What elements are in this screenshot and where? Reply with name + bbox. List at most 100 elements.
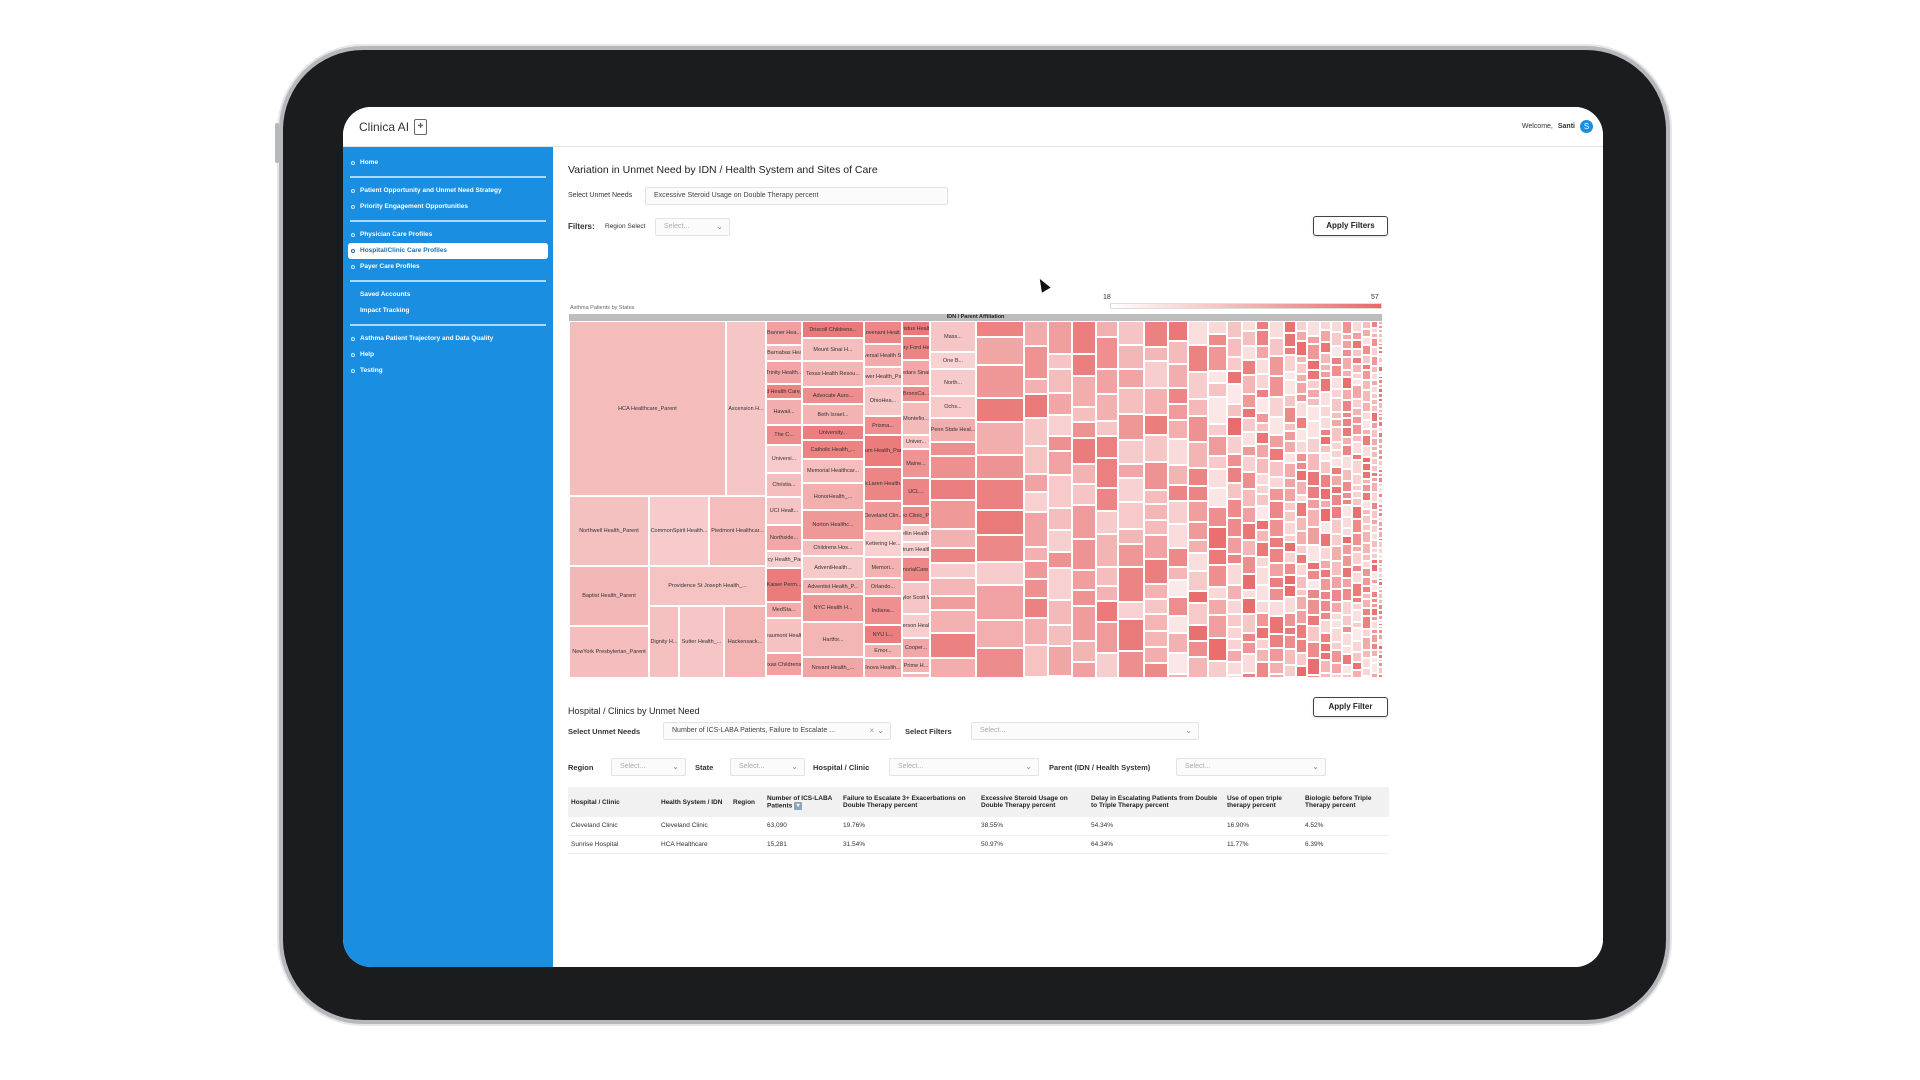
treemap-tile[interactable]	[1320, 429, 1331, 436]
treemap-tile[interactable]	[976, 455, 1024, 479]
treemap-tile[interactable]	[1168, 420, 1188, 439]
treemap-tile[interactable]	[1048, 354, 1072, 369]
treemap-tile[interactable]	[1342, 418, 1352, 427]
treemap-tile[interactable]	[1208, 638, 1227, 661]
apply-filter-button[interactable]: Apply Filter	[1313, 697, 1388, 717]
treemap-tile[interactable]	[1284, 502, 1296, 511]
treemap-tile[interactable]	[1342, 646, 1352, 654]
treemap-tile[interactable]	[1307, 580, 1320, 589]
treemap-tile[interactable]	[1307, 380, 1320, 389]
treemap-tile[interactable]	[1096, 421, 1118, 436]
treemap-tile[interactable]	[1269, 338, 1284, 356]
treemap-tile[interactable]	[1296, 470, 1307, 481]
treemap-tile[interactable]	[1352, 565, 1362, 572]
treemap-tile[interactable]	[1144, 647, 1168, 663]
sidebar-item-saved-accounts[interactable]: Saved Accounts	[348, 287, 548, 303]
treemap-tile[interactable]	[1208, 346, 1227, 371]
treemap-tile[interactable]	[1352, 332, 1362, 340]
treemap-tile[interactable]	[1024, 618, 1048, 645]
treemap-tile[interactable]	[1168, 341, 1188, 364]
treemap-tile[interactable]	[1296, 453, 1307, 462]
treemap-tile[interactable]	[1168, 597, 1188, 616]
treemap-tile[interactable]	[1256, 506, 1269, 520]
treemap-tile[interactable]	[1342, 469, 1352, 481]
treemap-tile[interactable]	[1227, 627, 1242, 639]
treemap-tile[interactable]	[1048, 600, 1072, 625]
treemap-tile[interactable]	[1227, 321, 1242, 338]
treemap-tile[interactable]	[1096, 601, 1118, 622]
treemap-tile[interactable]	[1242, 540, 1256, 556]
treemap-tile[interactable]: AdventHealth...	[802, 556, 864, 579]
treemap-tile[interactable]: Northside...	[766, 525, 802, 551]
treemap-tile[interactable]	[1242, 360, 1256, 375]
treemap-tile[interactable]	[1362, 586, 1371, 593]
treemap-tile[interactable]	[1208, 436, 1227, 456]
treemap-tile[interactable]	[1352, 424, 1362, 435]
treemap-tile[interactable]	[1331, 450, 1342, 458]
treemap-tile[interactable]	[1320, 522, 1331, 533]
treemap-tile[interactable]	[1048, 646, 1072, 676]
treemap-tile[interactable]	[1048, 415, 1072, 436]
select-filters-dropdown[interactable]: Select... ⌄	[971, 722, 1199, 740]
treemap-tile[interactable]	[1342, 505, 1352, 517]
treemap-tile[interactable]	[1118, 619, 1144, 651]
column-header[interactable]: Use of open triple therapy percent	[1224, 787, 1302, 817]
treemap-tile[interactable]	[1227, 614, 1242, 627]
treemap-tile[interactable]	[1362, 446, 1371, 457]
treemap-tile[interactable]: Mercy Health_Parent	[766, 551, 802, 568]
treemap-tile[interactable]	[1144, 490, 1168, 504]
treemap-tile[interactable]	[1296, 576, 1307, 589]
treemap-tile[interactable]	[1307, 658, 1320, 675]
treemap-tile[interactable]	[1362, 531, 1371, 543]
treemap-tile[interactable]	[1242, 331, 1256, 346]
treemap-tile[interactable]	[1096, 321, 1118, 337]
treemap-tile[interactable]	[1342, 427, 1352, 437]
treemap-tile[interactable]	[1371, 458, 1378, 465]
treemap-tile[interactable]	[1188, 603, 1208, 625]
treemap-tile[interactable]	[1307, 570, 1320, 580]
treemap-tile[interactable]	[1284, 585, 1296, 597]
treemap-tile[interactable]: Kettering He...	[864, 531, 902, 557]
treemap-tile[interactable]	[1296, 639, 1307, 653]
treemap-tile[interactable]	[1307, 421, 1320, 438]
treemap-tile[interactable]: Covenant Healt...	[864, 321, 902, 344]
treemap-tile[interactable]	[1296, 402, 1307, 417]
treemap-tile[interactable]	[1296, 331, 1307, 341]
treemap-tile[interactable]	[1168, 485, 1188, 501]
treemap-tile[interactable]	[1256, 530, 1269, 542]
treemap-tile[interactable]	[1371, 366, 1378, 373]
treemap-tile[interactable]	[1362, 608, 1371, 616]
treemap-tile[interactable]: Universal Health Ser...	[864, 344, 902, 367]
treemap-tile[interactable]	[1269, 634, 1284, 648]
treemap-tile[interactable]	[1048, 436, 1072, 451]
treemap-tile[interactable]	[1256, 321, 1269, 330]
treemap-tile[interactable]	[1227, 404, 1242, 417]
treemap-tile[interactable]	[1284, 333, 1296, 347]
treemap-tile[interactable]	[1307, 471, 1320, 486]
treemap-tile[interactable]	[1331, 561, 1342, 576]
treemap-tile[interactable]	[1024, 446, 1048, 474]
treemap-tile[interactable]	[1362, 561, 1371, 568]
treemap-tile[interactable]: Penn State Heal...	[930, 418, 976, 442]
treemap-tile[interactable]	[1256, 585, 1269, 601]
treemap-tile[interactable]: Prime H...	[902, 658, 930, 673]
treemap-tile[interactable]	[1048, 475, 1072, 508]
treemap-tile[interactable]	[1342, 588, 1352, 601]
treemap-tile[interactable]	[1362, 484, 1371, 492]
treemap-tile[interactable]: HCA Healthcare_Parent	[569, 321, 726, 496]
treemap-tile[interactable]	[1242, 394, 1256, 408]
treemap-tile[interactable]	[1331, 494, 1342, 506]
treemap-tile[interactable]	[1242, 456, 1256, 472]
treemap-tile[interactable]	[1048, 625, 1072, 646]
treemap-tile[interactable]	[1227, 518, 1242, 537]
treemap-tile[interactable]	[1362, 599, 1371, 608]
treemap-tile[interactable]	[1227, 436, 1242, 454]
treemap-tile[interactable]	[1307, 370, 1320, 380]
treemap-tile[interactable]	[1048, 530, 1072, 552]
treemap-tile[interactable]	[976, 337, 1024, 365]
treemap-tile[interactable]	[1208, 527, 1227, 549]
treemap-tile[interactable]	[1371, 438, 1378, 446]
treemap-tile[interactable]	[1269, 577, 1284, 588]
treemap-tile[interactable]	[1296, 610, 1307, 624]
treemap-tile[interactable]: Norton Healthc...	[802, 510, 864, 540]
